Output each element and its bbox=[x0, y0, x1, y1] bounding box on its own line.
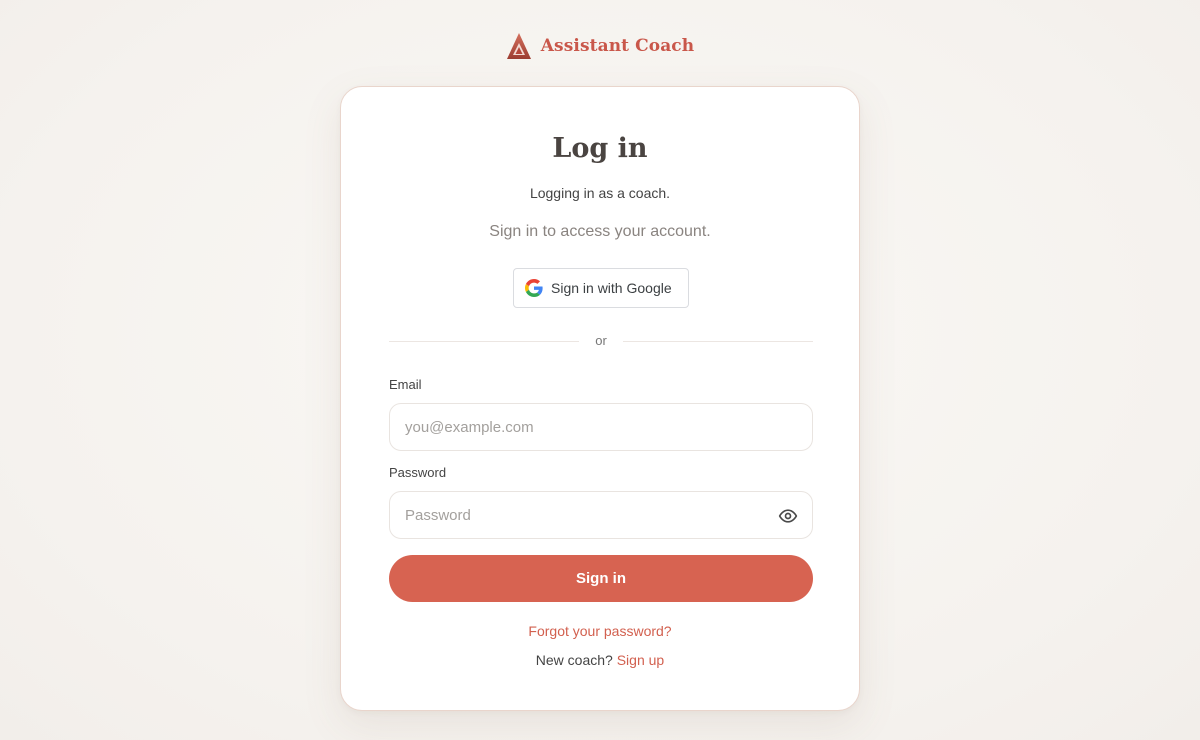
triangle-logo-icon bbox=[506, 33, 531, 59]
password-label: Password bbox=[389, 465, 447, 480]
google-signin-button[interactable]: Sign in with Google bbox=[513, 268, 689, 308]
google-icon bbox=[525, 279, 543, 297]
brand-name: Assistant Coach bbox=[540, 36, 695, 56]
forgot-password-link[interactable]: Forgot your password? bbox=[341, 623, 859, 639]
email-label: Email bbox=[389, 377, 422, 392]
or-divider: or bbox=[389, 333, 813, 351]
signup-prompt: New coach? bbox=[535, 652, 613, 668]
sign-up-link[interactable]: Sign up bbox=[617, 652, 664, 668]
brand-header: Assistant Coach bbox=[0, 32, 1200, 60]
divider-line-right bbox=[623, 341, 813, 342]
eye-icon[interactable] bbox=[778, 506, 798, 526]
login-card: Log in Logging in as a coach. Sign in to… bbox=[340, 86, 860, 711]
page-title: Log in bbox=[552, 133, 648, 164]
role-subtitle: Logging in as a coach. bbox=[529, 185, 671, 201]
password-field[interactable] bbox=[389, 491, 813, 539]
sign-in-button[interactable]: Sign in bbox=[389, 555, 813, 602]
signup-row: New coach? Sign up bbox=[341, 652, 859, 668]
google-button-label: Sign in with Google bbox=[551, 280, 672, 296]
email-field[interactable] bbox=[389, 403, 813, 451]
signin-hint: Sign in to access your account. bbox=[489, 223, 711, 240]
